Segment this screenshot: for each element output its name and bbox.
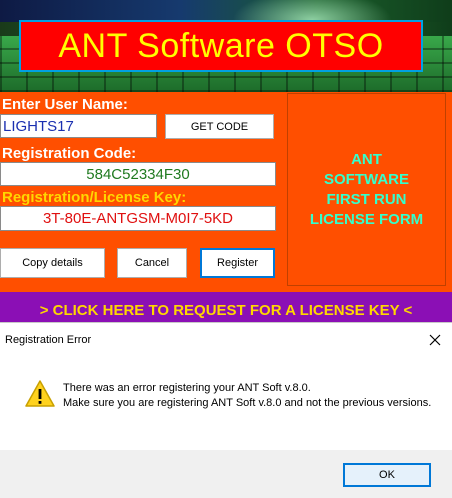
copy-details-button[interactable]: Copy details [0, 248, 105, 278]
user-name-label: Enter User Name: [2, 96, 128, 113]
dialog-message: There was an error registering your ANT … [63, 381, 433, 411]
banner: ANT Software OTSO [0, 0, 452, 92]
registration-code-field[interactable]: 584C52334F30 [0, 162, 276, 186]
registration-code-label: Registration Code: [2, 145, 137, 162]
dialog-message-line1: There was an error registering your ANT … [63, 382, 311, 394]
ok-button[interactable]: OK [343, 463, 431, 487]
license-form-panel-text: ANT SOFTWARE FIRST RUN LICENSE FORM [309, 150, 424, 228]
dialog-title: Registration Error [5, 334, 92, 346]
dialog-message-line2: Make sure you are registering ANT Soft v… [63, 397, 432, 409]
dialog-footer: OK [0, 450, 452, 498]
registration-error-dialog: Registration Error There was an error re… [0, 322, 452, 498]
get-code-button[interactable]: GET CODE [165, 114, 274, 139]
register-button[interactable]: Register [200, 248, 275, 278]
request-license-text[interactable]: > CLICK HERE TO REQUEST FOR A LICENSE KE… [40, 302, 413, 319]
warning-icon [25, 380, 55, 407]
cancel-button[interactable]: Cancel [117, 248, 187, 278]
app-title-box: ANT Software OTSO [19, 20, 423, 72]
license-key-label: Registration/License Key: [2, 189, 187, 206]
license-key-field[interactable]: 3T-80E-ANTGSM-M0I7-5KD [0, 206, 276, 231]
close-icon[interactable] [424, 329, 446, 351]
license-form-panel: ANT SOFTWARE FIRST RUN LICENSE FORM [287, 93, 446, 286]
user-name-field[interactable]: LIGHTS17 [0, 114, 157, 138]
app-title: ANT Software OTSO [58, 26, 384, 65]
